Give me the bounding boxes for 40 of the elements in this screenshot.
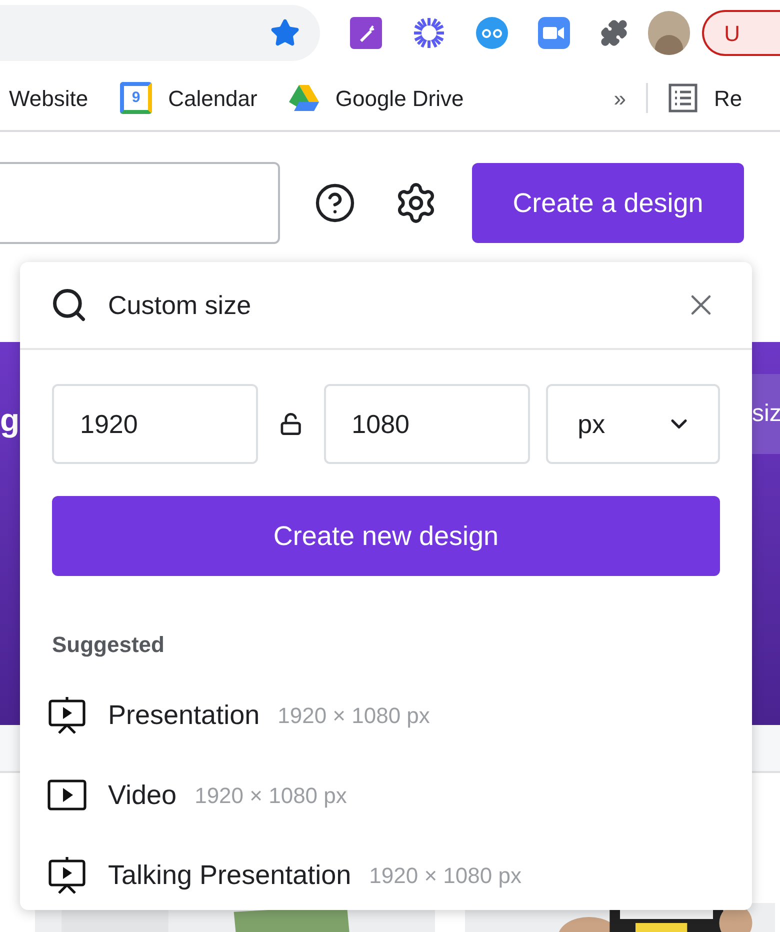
width-input[interactable]: 1920 bbox=[52, 384, 258, 464]
presentation-icon bbox=[47, 695, 87, 735]
profile-button[interactable]: U bbox=[702, 10, 780, 56]
bookmark-star-icon[interactable] bbox=[270, 18, 300, 48]
suggestion-item[interactable]: Presentation 1920 × 1080 px bbox=[52, 675, 720, 755]
bookmark-link[interactable]: 9 Calendar bbox=[120, 82, 258, 114]
reading-list-label[interactable]: Re bbox=[714, 82, 742, 114]
create-new-design-button[interactable]: Create new design bbox=[52, 496, 720, 576]
suggestion-name: Talking Presentation bbox=[108, 858, 352, 892]
puzzle-extension-icon[interactable] bbox=[600, 19, 628, 47]
suggestion-item[interactable]: Talking Presentation 1920 × 1080 px bbox=[52, 835, 720, 915]
bookmark-link[interactable]: Website bbox=[9, 82, 88, 114]
presentation-icon bbox=[47, 855, 87, 895]
lock-icon[interactable] bbox=[279, 412, 303, 436]
asterisk-extension-icon[interactable] bbox=[412, 16, 446, 50]
suggestion-size: 1920 × 1080 px bbox=[194, 782, 347, 810]
create-design-button[interactable]: Create a design bbox=[472, 163, 744, 243]
search-icon bbox=[50, 286, 88, 324]
section-title: Suggested bbox=[52, 631, 166, 659]
banner-button[interactable]: siz bbox=[752, 374, 780, 454]
suggestion-name: Presentation bbox=[108, 698, 260, 732]
search-field[interactable] bbox=[0, 162, 280, 244]
suggestion-item[interactable]: Video 1920 × 1080 px bbox=[52, 755, 720, 835]
overflow-chevron[interactable]: » bbox=[614, 82, 626, 114]
suggestion-size: 1920 × 1080 px bbox=[278, 702, 430, 730]
reading-list-icon[interactable] bbox=[668, 83, 698, 113]
address-bar[interactable] bbox=[0, 5, 320, 61]
banner-heading: g bbox=[0, 404, 20, 436]
suggestion-size: 1920 × 1080 px bbox=[369, 862, 522, 890]
size-search-input[interactable]: Custom size bbox=[108, 286, 684, 324]
unit-select[interactable]: px bbox=[546, 384, 720, 464]
calendar-icon: 9 bbox=[120, 82, 152, 114]
help-icon[interactable] bbox=[314, 182, 356, 224]
height-input[interactable]: 1080 bbox=[324, 384, 530, 464]
suggestion-name: Video bbox=[108, 778, 177, 812]
bookmark-link[interactable]: Google Drive bbox=[289, 82, 464, 114]
camera-extension-icon[interactable] bbox=[538, 17, 570, 49]
avatar[interactable] bbox=[648, 11, 690, 55]
drive-icon bbox=[289, 85, 320, 111]
video-icon bbox=[47, 779, 87, 811]
